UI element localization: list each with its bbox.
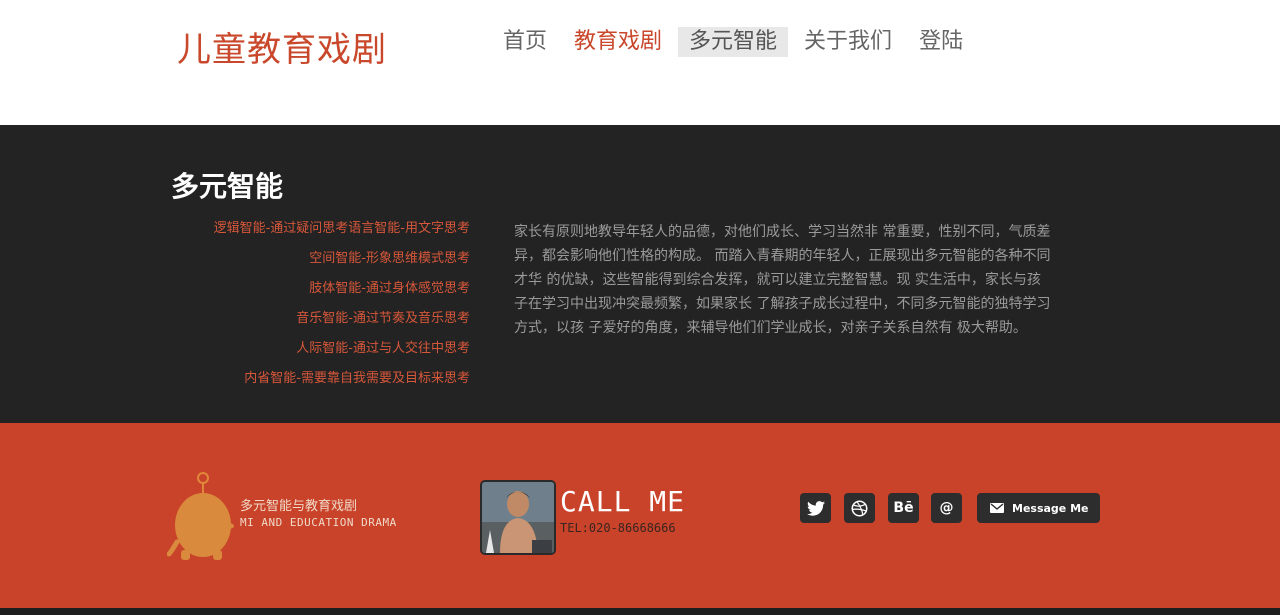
intelligences-section: 多元智能 逻辑智能-通过疑问思考语言智能-用文字思考 空间智能-形象思维模式思考… (0, 125, 1280, 423)
twitter-icon (806, 500, 825, 516)
footer-brand-en: MI AND EDUCATION DRAMA (240, 516, 397, 529)
footer-brand-cn: 多元智能与教育戏剧 (240, 499, 358, 514)
nav-home[interactable]: 首页 (492, 27, 558, 57)
behance-button[interactable]: Bē (888, 493, 919, 523)
dribbble-button[interactable] (844, 493, 875, 523)
nav-about-us[interactable]: 关于我们 (793, 27, 903, 57)
mascot-icon (167, 472, 234, 560)
message-me-button[interactable]: Message Me (977, 493, 1100, 523)
at-icon: @ (939, 500, 954, 516)
list-item[interactable]: 音乐智能-通过节奏及音乐思考 (150, 309, 470, 339)
nav-education-drama[interactable]: 教育戏剧 (563, 27, 673, 57)
intelligence-list: 逻辑智能-通过疑问思考语言智能-用文字思考 空间智能-形象思维模式思考 肢体智能… (150, 219, 470, 399)
avatar (480, 480, 556, 555)
nav-multiple-intelligences[interactable]: 多元智能 (678, 27, 789, 57)
intro-paragraph: 家长有原则地教导年轻人的品德，对他们成长、学习当然非 常重要，性别不同，气质差异… (514, 224, 1051, 336)
child-photo-icon (482, 482, 554, 553)
nav-login[interactable]: 登陆 (908, 27, 974, 57)
behance-icon: Bē (893, 500, 914, 516)
envelope-icon (990, 503, 1004, 513)
site-logo[interactable]: 儿童教育戏剧 (177, 22, 387, 71)
main-nav: 首页 教育戏剧 多元智能 关于我们 登陆 (492, 27, 979, 57)
email-at-button[interactable]: @ (931, 493, 962, 523)
phone-number[interactable]: TEL:020-86668666 (560, 521, 676, 535)
list-item[interactable]: 人际智能-通过与人交往中思考 (150, 339, 470, 369)
list-item[interactable]: 逻辑智能-通过疑问思考语言智能-用文字思考 (150, 219, 470, 249)
list-item[interactable]: 肢体智能-通过身体感觉思考 (150, 279, 470, 309)
bottom-divider (0, 608, 1280, 615)
message-me-label: Message Me (1012, 501, 1089, 515)
list-item[interactable]: 内省智能-需要靠自我需要及目标来思考 (150, 369, 470, 399)
section-title: 多元智能 (171, 170, 284, 203)
twitter-button[interactable] (800, 493, 831, 523)
dribbble-icon (851, 500, 868, 516)
site-header: 儿童教育戏剧 首页 教育戏剧 多元智能 关于我们 登陆 (0, 0, 1280, 125)
call-me-heading: CALL ME (560, 485, 686, 518)
site-footer: 多元智能与教育戏剧 MI AND EDUCATION DRAMA CALL ME… (0, 423, 1280, 608)
list-item[interactable]: 空间智能-形象思维模式思考 (150, 249, 470, 279)
